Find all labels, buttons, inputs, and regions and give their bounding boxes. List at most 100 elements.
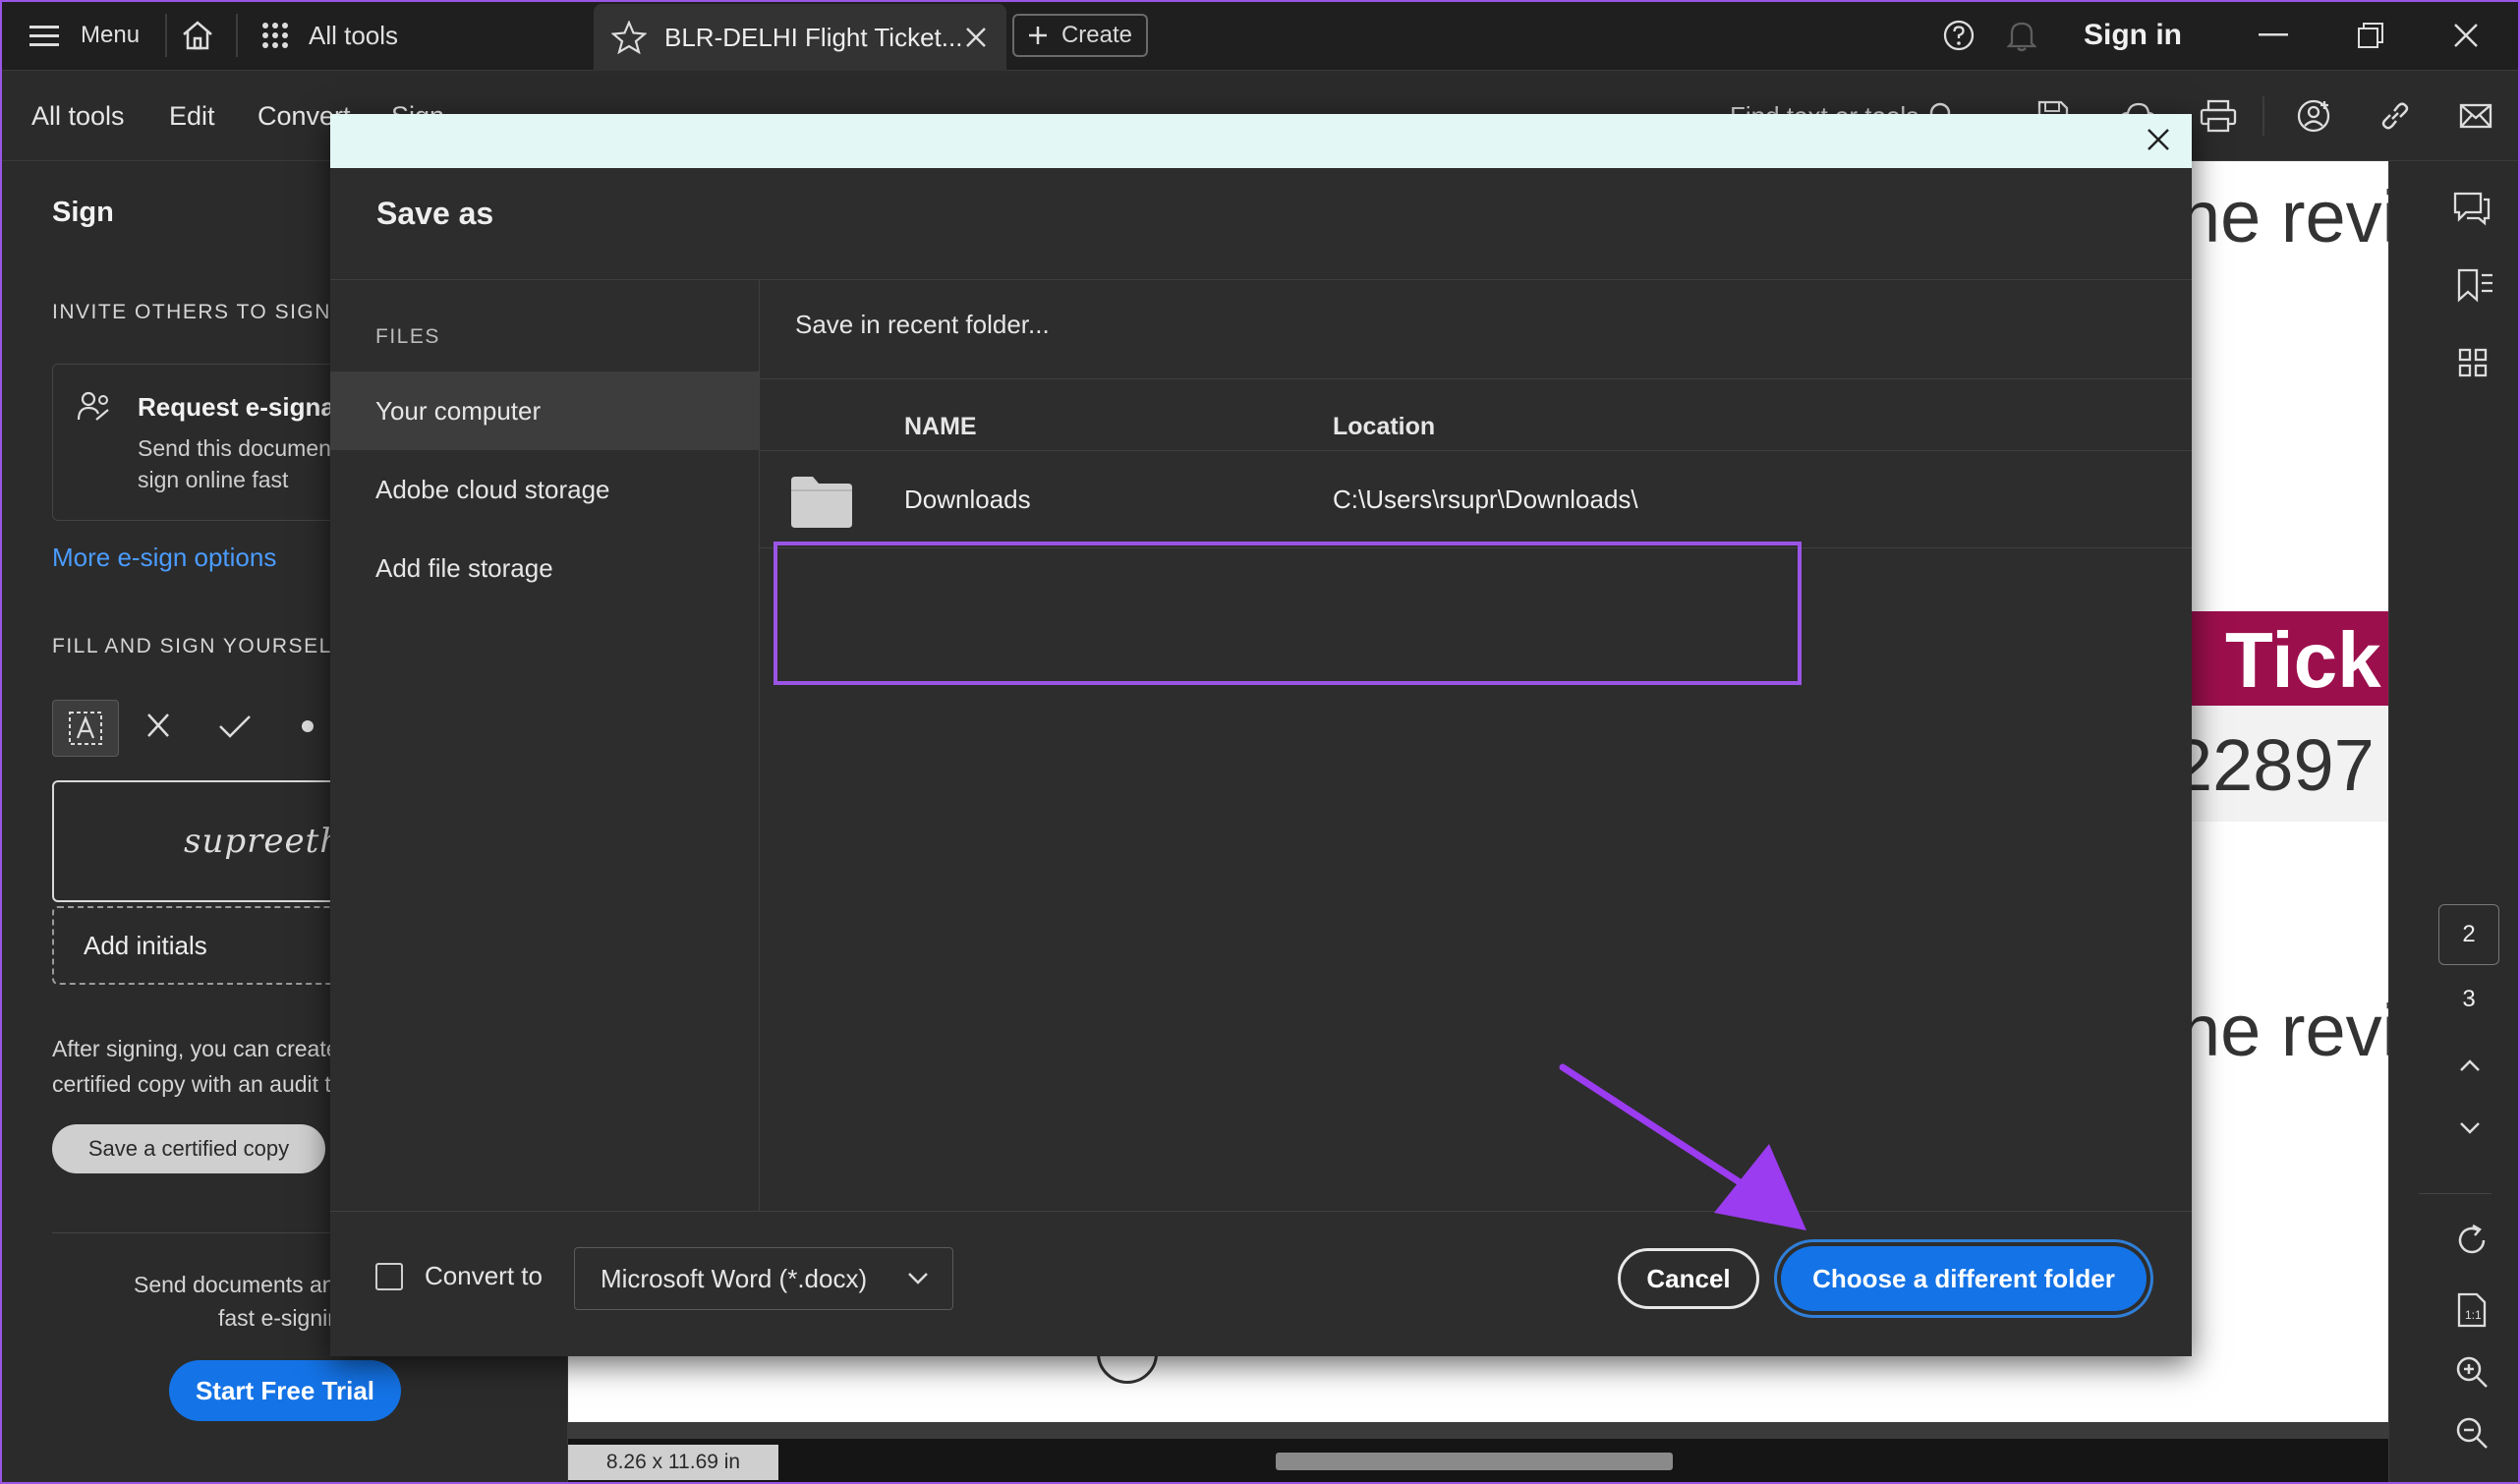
document-tab[interactable]: BLR-DELHI Flight Ticket... (594, 4, 1006, 71)
sidebar-item-your-computer[interactable]: Your computer (330, 371, 759, 450)
doc-text-review-1: he revi (2180, 176, 2391, 257)
hamburger-icon (29, 24, 59, 47)
dialog-top-bar (330, 114, 2192, 168)
help-button[interactable] (1942, 0, 1976, 71)
bookmark-icon[interactable] (2456, 267, 2495, 303)
email-button[interactable] (2459, 71, 2492, 161)
dialog-main: Save in recent folder... NAME Location D… (760, 280, 2192, 1228)
all-tools-tab[interactable]: All tools (261, 0, 398, 71)
page-2-button[interactable]: 2 (2438, 904, 2499, 965)
maximize-icon (2357, 22, 2384, 49)
check-mark-icon (218, 713, 252, 739)
invite-caption: INVITE OTHERS TO SIGN (52, 301, 331, 323)
minimize-button[interactable] (2259, 0, 2288, 71)
chevron-up-icon[interactable] (2458, 1057, 2482, 1073)
star-icon[interactable] (611, 21, 647, 54)
recent-folder-label: Save in recent folder... (795, 310, 1050, 339)
ticket-number-box: 22897 (2170, 706, 2391, 822)
sign-in-label: Sign in (2084, 19, 2182, 51)
close-icon[interactable] (965, 27, 987, 48)
format-select[interactable]: Microsoft Word (*.docx) (574, 1247, 953, 1310)
add-text-tool[interactable] (52, 700, 119, 757)
minimize-icon (2259, 33, 2288, 37)
format-selected: Microsoft Word (*.docx) (601, 1263, 868, 1293)
print-button[interactable] (2200, 71, 2237, 161)
menu-label: Menu (81, 22, 141, 48)
horizontal-scrollbar[interactable] (1276, 1453, 1673, 1470)
create-button[interactable]: Create (1012, 14, 1148, 57)
divider (760, 378, 2192, 379)
plus-icon (1028, 26, 1048, 45)
zoom-out-icon[interactable] (2454, 1415, 2490, 1451)
close-icon[interactable] (2147, 128, 2170, 151)
copy-link-button[interactable] (2378, 71, 2412, 161)
save-certified-copy-button[interactable]: Save a certified copy (52, 1124, 325, 1173)
choose-label: Choose a different folder (1812, 1263, 2115, 1293)
share-button[interactable] (2296, 71, 2333, 161)
maximize-button[interactable] (2357, 0, 2384, 71)
share-user-icon (2296, 98, 2333, 134)
cross-mark-tool[interactable] (145, 712, 171, 739)
send-docs-text-2: fast e-signin (218, 1305, 341, 1331)
toolbar-edit[interactable]: Edit (169, 71, 215, 161)
refresh-icon[interactable] (2454, 1223, 2490, 1258)
tab-title: BLR-DELHI Flight Ticket... (664, 22, 963, 52)
panel-title: Sign (52, 197, 114, 228)
comment-icon[interactable] (2452, 191, 2491, 226)
ticket-number: 22897 (2172, 724, 2375, 806)
sidebar-item-add-file-storage[interactable]: Add file storage (330, 529, 759, 607)
more-esign-link[interactable]: More e-sign options (52, 542, 276, 573)
home-button[interactable] (181, 0, 214, 71)
column-header-location[interactable]: Location (1333, 413, 1435, 441)
doc-text-review-2: he revi (2180, 990, 2391, 1071)
bell-icon (2007, 19, 2036, 52)
dialog-title: Save as (376, 196, 494, 231)
cancel-label: Cancel (1646, 1263, 1731, 1293)
page-size-label: 8.26 x 11.69 in (568, 1445, 778, 1480)
dot-icon (301, 719, 315, 733)
zoom-in-icon[interactable] (2454, 1354, 2490, 1390)
menu-button[interactable]: Menu (29, 0, 140, 71)
fit-page-icon[interactable]: 1:1 (2456, 1291, 2488, 1329)
toolbar-all-tools[interactable]: All tools (31, 71, 125, 161)
ticket-banner: Tick (2170, 611, 2391, 706)
check-mark-tool[interactable] (218, 713, 252, 739)
save-as-dialog: Save as FILES Your computer Adobe cloud … (330, 114, 2192, 1356)
create-label: Create (1060, 22, 1133, 48)
thumbnails-icon[interactable] (2458, 348, 2488, 377)
sidebar-item-label: Your computer (375, 395, 542, 426)
column-header-name[interactable]: NAME (904, 413, 977, 441)
chevron-down-icon[interactable] (2458, 1120, 2482, 1136)
sign-in-button[interactable]: Sign in (2084, 0, 2182, 71)
highlight-box (773, 542, 1802, 685)
convert-label: Convert to (425, 1261, 543, 1290)
link-icon (2378, 99, 2412, 133)
chevron-down-icon (907, 1272, 929, 1285)
window-close-button[interactable] (2453, 0, 2479, 71)
convert-checkbox[interactable] (375, 1263, 403, 1290)
print-icon (2200, 99, 2237, 133)
choose-different-folder-button[interactable]: Choose a different folder (1781, 1246, 2147, 1311)
help-icon (1942, 19, 1976, 52)
row-name: Downloads (904, 485, 1031, 514)
send-docs-text-1: Send documents an (134, 1272, 335, 1297)
sidebar-item-label: Add file storage (375, 552, 553, 583)
grid-icon (261, 22, 289, 49)
table-row[interactable]: Downloads C:\Users\rsupr\Downloads\ (760, 451, 2192, 547)
dot-tool[interactable] (301, 719, 315, 733)
right-sidebar: 2 3 1:1 (2388, 161, 2520, 1484)
cancel-button[interactable]: Cancel (1618, 1248, 1759, 1309)
request-title: Request e-signat (138, 392, 344, 422)
files-caption: FILES (375, 325, 440, 348)
notifications-button[interactable] (2007, 0, 2036, 71)
folder-icon (789, 475, 854, 530)
close-icon (2453, 23, 2479, 48)
all-tools-label: All tools (309, 20, 399, 50)
text-field-icon (68, 711, 103, 746)
svg-text:1:1: 1:1 (2465, 1308, 2482, 1322)
sidebar-item-adobe-cloud[interactable]: Adobe cloud storage (330, 450, 759, 529)
page-3-button[interactable]: 3 (2438, 969, 2499, 1030)
start-free-trial-button[interactable]: Start Free Trial (169, 1360, 401, 1421)
toolbar-edit-label: Edit (169, 100, 215, 131)
toolbar-all-tools-label: All tools (31, 100, 125, 131)
